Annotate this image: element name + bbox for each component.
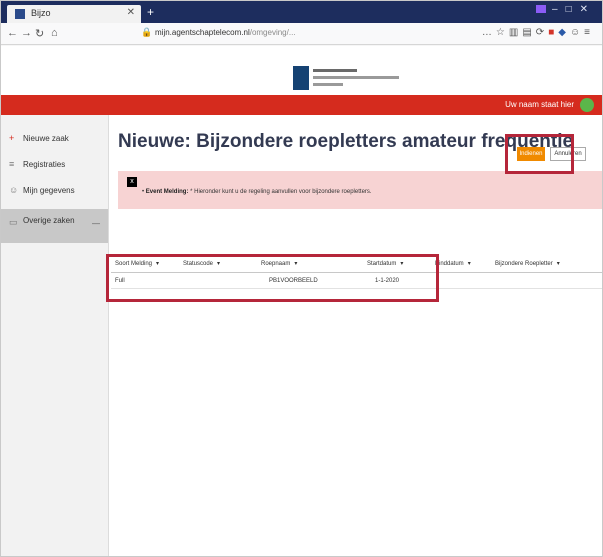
window-controls: –□✕ xyxy=(536,4,596,15)
address-bar[interactable]: 🔒 mijn.agentschaptelecom.nl/omgeving/... xyxy=(131,26,421,42)
close-alert-icon[interactable]: x xyxy=(127,177,137,187)
sort-icon: ▾ xyxy=(294,261,298,267)
logo-line-2 xyxy=(313,76,399,79)
column-header[interactable]: Einddatum ▾ xyxy=(435,260,471,267)
favicon-icon xyxy=(15,9,25,19)
tab-title: Bijzo xyxy=(31,8,51,18)
close-window-icon[interactable]: ✕ xyxy=(580,4,596,15)
results-table: Soort Melding ▾ Statuscode ▾ Roepnaam ▾ Sta… xyxy=(111,257,602,289)
sidebar-item-label: Registraties xyxy=(23,160,66,169)
sidebar-item-label: Overige zaken xyxy=(23,216,75,225)
sidebar-item-new-case[interactable]: + Nieuwe zaak xyxy=(1,125,108,151)
logo-line-3 xyxy=(313,83,343,86)
browser-toolbar: ← → ↻ ⌂ 🔒 mijn.agentschaptelecom.nl/omge… xyxy=(1,23,602,45)
url-text: mijn.agentschaptelecom.nl/omgeving/... xyxy=(155,28,296,37)
alert-label: Event Melding: xyxy=(145,189,189,195)
app-window: Bijzo ✕ + –□✕ ← → ↻ ⌂ 🔒 mijn.agentschapt… xyxy=(0,0,603,557)
user-icon: ☺ xyxy=(9,185,19,195)
back-icon[interactable]: ← xyxy=(7,27,18,39)
user-name-link[interactable]: Uw naam staat hier xyxy=(505,100,574,109)
site-header xyxy=(1,46,602,95)
reload-icon[interactable]: ↻ xyxy=(35,27,44,40)
hamburger-menu-icon[interactable]: ≡ xyxy=(584,27,594,38)
close-tab-icon[interactable]: ✕ xyxy=(127,7,135,18)
sidebar-item-label: Nieuwe zaak xyxy=(23,134,69,143)
browser-tab[interactable]: Bijzo ✕ xyxy=(7,5,141,23)
minimize-icon[interactable]: – xyxy=(552,4,566,15)
sort-icon: ▾ xyxy=(467,261,471,267)
sidebar-icon[interactable]: ▤ xyxy=(522,27,535,38)
sidebar-item-my-details[interactable]: ☺ Mijn gegevens xyxy=(1,177,108,203)
library-icon[interactable]: ▥ xyxy=(509,27,522,38)
bookmark-icon[interactable]: ☆ xyxy=(496,27,509,38)
home-icon[interactable]: ⌂ xyxy=(51,27,58,39)
alert-banner: x • Event Melding: * Hieronder kunt u de… xyxy=(118,171,602,209)
site-nav-bar: Uw naam staat hier xyxy=(1,95,602,115)
table-cell: PB1VOORBEELD xyxy=(269,278,318,284)
column-header[interactable]: Statuscode ▾ xyxy=(183,260,220,267)
agency-logo[interactable] xyxy=(293,66,403,92)
table-cell: 1-1-2020 xyxy=(375,278,400,284)
account-icon[interactable]: ☺ xyxy=(570,27,584,38)
column-header[interactable]: Bijzondere Roepletter ▾ xyxy=(495,260,560,267)
sidebar: + Nieuwe zaak ≡ Registraties ☺ Mijn gege… xyxy=(1,115,109,556)
sort-icon: ▾ xyxy=(156,261,160,267)
alert-message: • Event Melding: * Hieronder kunt u de r… xyxy=(142,189,372,195)
forward-icon[interactable]: → xyxy=(21,27,32,39)
folder-icon: ▭ xyxy=(9,217,18,227)
main-content: Nieuwe: Bijzondere roepletters amateur f… xyxy=(109,115,602,556)
column-header[interactable]: Startdatum ▾ xyxy=(367,260,403,267)
addon-icon[interactable]: ■ xyxy=(548,27,558,38)
browser-tab-bar: Bijzo ✕ + –□✕ xyxy=(1,1,602,23)
extension-icon[interactable] xyxy=(536,5,546,14)
column-header[interactable]: Soort Melding ▾ xyxy=(115,260,159,267)
table-row[interactable]: Full PB1VOORBEELD 1-1-2020 xyxy=(111,273,602,289)
list-icon: ≡ xyxy=(9,159,15,169)
menu-dots-icon[interactable]: … xyxy=(482,27,496,38)
pocket-icon[interactable]: ◆ xyxy=(558,27,570,38)
logo-line-1 xyxy=(313,69,357,72)
sidebar-item-registrations[interactable]: ≡ Registraties xyxy=(1,151,108,177)
column-header[interactable]: Roepnaam ▾ xyxy=(261,260,297,267)
sort-icon: ▾ xyxy=(217,261,221,267)
table-header: Soort Melding ▾ Statuscode ▾ Roepnaam ▾ Sta… xyxy=(111,257,602,273)
table-cell: Full xyxy=(115,278,125,284)
page-title: Nieuwe: Bijzondere roepletters amateur f… xyxy=(118,131,574,152)
toolbar-icons: …☆▥▤⟳■◆☺≡ xyxy=(482,27,594,38)
sync-icon[interactable]: ⟳ xyxy=(536,27,548,38)
user-avatar[interactable] xyxy=(580,98,594,112)
sort-icon: ▾ xyxy=(400,261,404,267)
plus-icon: + xyxy=(9,133,15,143)
emblem-icon xyxy=(293,66,309,90)
sidebar-item-label: Mijn gegevens xyxy=(23,186,75,195)
sort-icon: ▾ xyxy=(556,261,560,267)
cancel-button[interactable]: Annuleren xyxy=(550,147,586,161)
sidebar-item-other-cases[interactable]: ▭ Overige zaken — xyxy=(1,209,108,243)
chevron-down-icon: — xyxy=(92,219,100,228)
lock-icon: 🔒 xyxy=(141,27,153,37)
alert-text: Hieronder kunt u de regeling aanvullen v… xyxy=(194,189,372,195)
new-tab-icon[interactable]: + xyxy=(147,5,154,19)
maximize-icon[interactable]: □ xyxy=(566,4,580,15)
submit-button[interactable]: Indienen xyxy=(517,147,545,161)
